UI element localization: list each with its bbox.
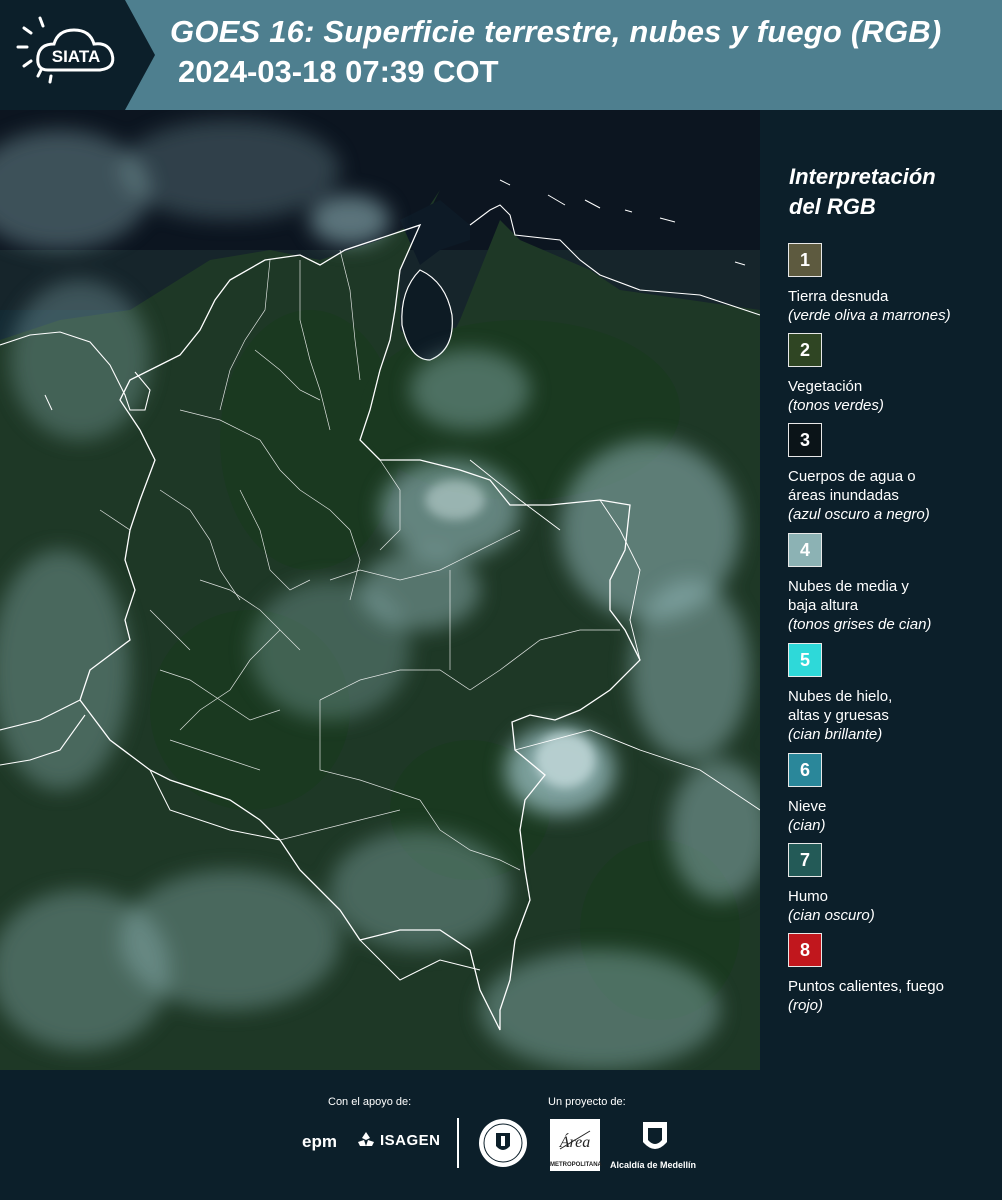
- siata-logo: SIATA: [0, 0, 155, 110]
- legend-swatch: 6: [788, 753, 822, 787]
- legend-label: Nieve (cian): [788, 797, 1000, 835]
- legend-label: Humo (cian oscuro): [788, 887, 1000, 925]
- legend-label: Vegetación (tonos verdes): [788, 377, 1000, 415]
- amva-text: Área: [559, 1132, 591, 1151]
- legend-label: Cuerpos de agua o áreas inundadas (azul os…: [788, 467, 1000, 524]
- legend-note: (cian oscuro): [788, 907, 875, 924]
- legend-item-3: 3 Cuerpos de agua o áreas inundadas (azul o…: [788, 423, 1000, 524]
- legend-label: Tierra desnuda (verde oliva a marrones): [788, 287, 1000, 325]
- legend-item-1: 1 Tierra desnuda (verde oliva a marrones): [788, 243, 1000, 325]
- footer-divider: [457, 1118, 459, 1168]
- legend-note: (tonos grises de cian): [788, 616, 932, 633]
- legend-swatch: 3: [788, 423, 822, 457]
- legend-note: (rojo): [788, 997, 824, 1014]
- university-seal-logo: [478, 1118, 528, 1173]
- legend-title: Interpretación del RGB: [789, 162, 989, 222]
- legend-label-line1: Puntos calientes, fuego: [788, 978, 944, 995]
- legend-swatch: 2: [788, 333, 822, 367]
- isagen-icon: [358, 1132, 374, 1146]
- alcaldia-name: Alcaldía de Medellín: [610, 1160, 697, 1170]
- legend-label-line1: Cuerpos de agua o: [788, 468, 916, 485]
- legend-label-line1: Tierra desnuda: [788, 288, 889, 305]
- support-label: Con el apoyo de:: [328, 1096, 412, 1108]
- legend-swatch: 1: [788, 243, 822, 277]
- legend-title-line1: Interpretación: [789, 164, 936, 189]
- legend-note: (tonos verdes): [788, 397, 884, 414]
- legend-label-line2: baja altura: [788, 597, 859, 614]
- legend-panel: Interpretación del RGB 1 Tierra desnuda (v…: [760, 110, 1002, 1070]
- legend-item-5: 5 Nubes de hielo, altas y gruesas (cian bri…: [788, 643, 1000, 744]
- logo-text: SIATA: [52, 47, 100, 66]
- legend-label-line1: Humo: [788, 888, 829, 905]
- legend-label: Puntos calientes, fuego (rojo): [788, 977, 1000, 1015]
- isagen-text: ISAGEN: [380, 1131, 441, 1149]
- legend-swatch: 4: [788, 533, 822, 567]
- timestamp: 2024-03-18 07:39 COT: [178, 54, 499, 89]
- legend-item-7: 7 Humo (cian oscuro): [788, 843, 1000, 925]
- epm-logo: epm: [302, 1132, 337, 1151]
- footer: Con el apoyo de: Un proyecto de: epm ISA…: [0, 1070, 1002, 1200]
- legend-label: Nubes de hielo, altas y gruesas (cian bril…: [788, 687, 1000, 744]
- legend-swatch: 5: [788, 643, 822, 677]
- page-title: GOES 16: Superficie terrestre, nubes y f…: [170, 14, 942, 49]
- legend-note: (cian): [788, 817, 826, 834]
- legend-label-line1: Nubes de hielo,: [788, 688, 893, 705]
- legend-note: (verde oliva a marrones): [788, 307, 951, 324]
- legend-label-line2: áreas inundadas: [788, 487, 899, 504]
- legend-note: (cian brillante): [788, 726, 883, 743]
- legend-label-line1: Nieve: [788, 798, 827, 815]
- legend-item-4: 4 Nubes de media y baja altura (tonos grise…: [788, 533, 1000, 634]
- legend-note: (azul oscuro a negro): [788, 506, 930, 523]
- legend-label-line1: Vegetación: [788, 378, 863, 395]
- isagen-logo: ISAGEN: [356, 1130, 441, 1150]
- legend-title-line2: del RGB: [789, 194, 876, 219]
- legend-swatch: 7: [788, 843, 822, 877]
- legend-label-line1: Nubes de media y: [788, 578, 909, 595]
- project-label: Un proyecto de:: [548, 1096, 626, 1108]
- satellite-map: [0, 110, 760, 1070]
- medellin-shield-logo: [640, 1118, 670, 1163]
- legend-item-2: 2 Vegetación (tonos verdes): [788, 333, 1000, 415]
- metropolitan-area-logo: Área METROPOLITANA: [550, 1119, 602, 1171]
- legend-swatch: 8: [788, 933, 822, 967]
- legend-label-line2: altas y gruesas: [788, 707, 889, 724]
- legend-item-8: 8 Puntos calientes, fuego (rojo): [788, 933, 1000, 1015]
- amva-name: METROPOLITANA: [550, 1162, 602, 1168]
- legend-item-6: 6 Nieve (cian): [788, 753, 1000, 835]
- legend-label: Nubes de media y baja altura (tonos grises…: [788, 577, 1000, 634]
- header: SIATA GOES 16: Superficie terrestre, nub…: [0, 0, 1002, 110]
